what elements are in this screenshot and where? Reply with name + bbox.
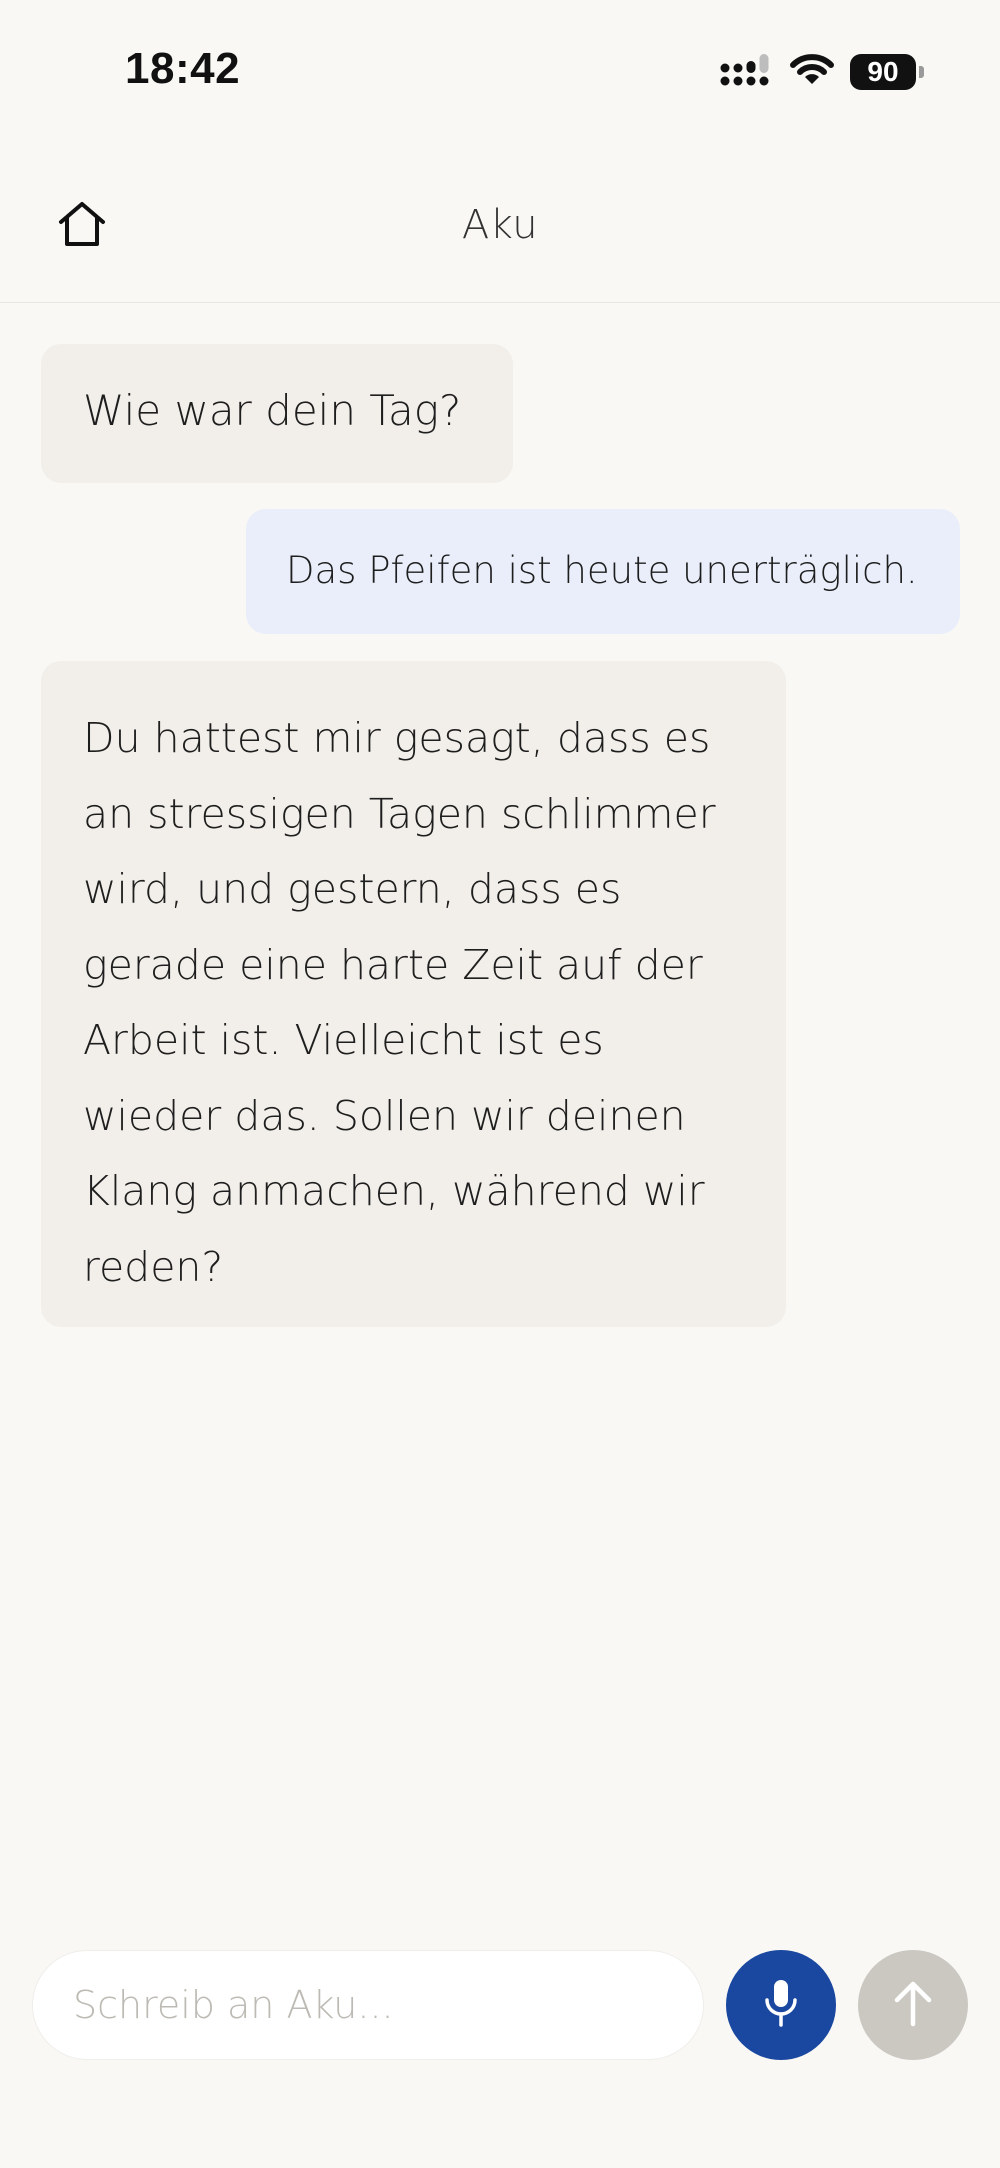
composer: [0, 1940, 1000, 2070]
send-button[interactable]: [858, 1950, 968, 2060]
status-time: 18:42: [125, 44, 241, 93]
mic-button[interactable]: [726, 1950, 836, 2060]
chat-title: Aku: [461, 202, 539, 248]
battery-nub: [919, 66, 924, 78]
user-message: Das Pfeifen ist heute unerträglich.: [246, 509, 960, 634]
cellular-signal-icon: [720, 52, 774, 92]
assistant-message: Wie war dein Tag?: [41, 344, 513, 483]
chat-header: Aku: [0, 150, 1000, 303]
assistant-message: Du hattest mir gesagt, dass es an stress…: [41, 661, 786, 1327]
wifi-icon: [790, 53, 834, 91]
microphone-icon: [761, 1977, 801, 2033]
battery-level: 90: [867, 56, 899, 87]
message-input[interactable]: [32, 1950, 704, 2060]
status-bar: 18:42 90: [0, 0, 1000, 150]
battery-icon: 90: [850, 54, 924, 90]
status-icons: 90: [720, 52, 924, 92]
arrow-up-icon: [891, 1978, 935, 2032]
